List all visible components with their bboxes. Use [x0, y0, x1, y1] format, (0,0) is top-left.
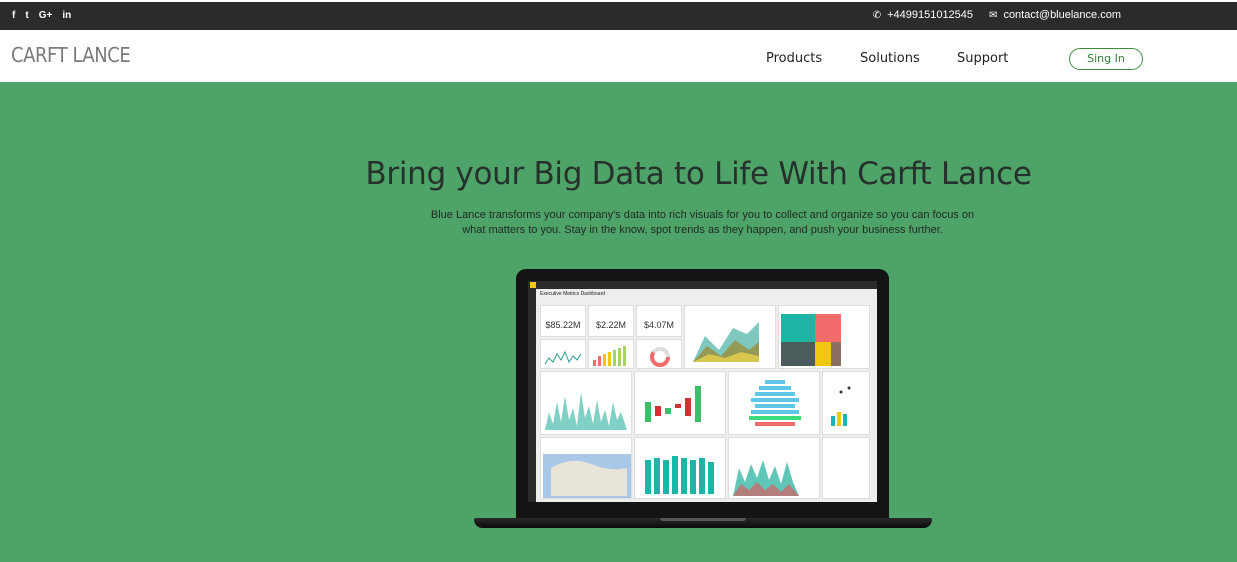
phone-contact[interactable]: ✆ +4499151012545 [873, 9, 973, 21]
kpi-value: $4.07M [643, 320, 675, 330]
dashboard-screenshot: Executive Metrics Dashboard $85.22M $2.2… [528, 281, 877, 502]
brand-logo[interactable]: CARFT LANCE [11, 43, 131, 67]
laptop-bezel: Executive Metrics Dashboard $85.22M $2.2… [516, 269, 889, 522]
scatter-graphic [831, 386, 851, 426]
main-navigation: CARFT LANCE Products Solutions Support S… [0, 30, 1237, 82]
waterfall-graphic [645, 386, 701, 422]
kpi-value: $85.22M [545, 320, 581, 330]
dashboard-title: Executive Metrics Dashboard [540, 291, 606, 297]
treemap-tile [778, 305, 870, 369]
bar-mini-tile [540, 339, 586, 369]
laptop-base [474, 518, 932, 528]
map-tile [540, 437, 632, 499]
google-plus-icon[interactable]: G+ [39, 10, 53, 21]
mini-chart-graphic [544, 350, 582, 365]
mini-bar-graphic [593, 346, 626, 366]
phone-number: +4499151012545 [887, 9, 974, 21]
area-chart-tile [684, 305, 776, 369]
hero-section: Bring your Big Data to Life With Carft L… [0, 82, 1237, 562]
sign-in-button[interactable]: Sing In [1069, 48, 1143, 70]
hero-headline: Bring your Big Data to Life With Carft L… [365, 156, 1032, 192]
facebook-icon[interactable]: f [12, 10, 15, 21]
funnel-graphic [749, 380, 801, 426]
bar-mini-tile [588, 339, 634, 369]
map-graphic [543, 454, 631, 498]
power-bi-logo-icon [530, 282, 536, 288]
scatter-tile [822, 371, 870, 435]
nav-item-solutions[interactable]: Solutions [860, 51, 920, 66]
laptop-image: Executive Metrics Dashboard $85.22M $2.2… [474, 269, 932, 531]
nav-item-support[interactable]: Support [957, 51, 1008, 66]
kpi-tile: $85.22M [540, 305, 586, 337]
table-tile [822, 437, 870, 499]
phone-icon: ✆ [872, 9, 882, 21]
contact-info: ✆ +4499151012545 ✉ contact@bluelance.com [857, 9, 1121, 21]
email-contact[interactable]: ✉ contact@bluelance.com [989, 9, 1121, 21]
waterfall-tile [634, 371, 726, 435]
top-bar: f t G+ in ✆ +4499151012545 ✉ contact@blu… [0, 0, 1237, 30]
donut-tile [636, 339, 682, 369]
kpi-tile: $4.07M [636, 305, 682, 337]
kpi-tile: $2.22M [588, 305, 634, 337]
stacked-area-graphic [733, 460, 799, 496]
column-graphic [645, 456, 714, 494]
app-left-rail [528, 289, 536, 502]
spiky-area-graphic [545, 392, 627, 430]
email-address: contact@bluelance.com [1003, 9, 1121, 21]
kpi-value: $2.22M [595, 320, 627, 330]
nav-item-products[interactable]: Products [766, 51, 822, 66]
hero-description: Blue Lance transforms your company's dat… [430, 209, 975, 236]
linkedin-icon[interactable]: in [62, 10, 71, 21]
donut-graphic [650, 347, 670, 367]
laptop-notch [660, 518, 746, 521]
app-top-bar [528, 281, 877, 289]
column-chart-tile [634, 437, 726, 499]
line-chart-tile [540, 371, 632, 435]
treemap-graphic [781, 314, 841, 366]
social-links: f t G+ in [12, 10, 71, 21]
funnel-tile [728, 371, 820, 435]
stacked-area-tile [728, 437, 820, 499]
area-chart-graphic [693, 322, 759, 362]
twitter-icon[interactable]: t [25, 10, 28, 21]
envelope-icon: ✉ [989, 9, 998, 21]
